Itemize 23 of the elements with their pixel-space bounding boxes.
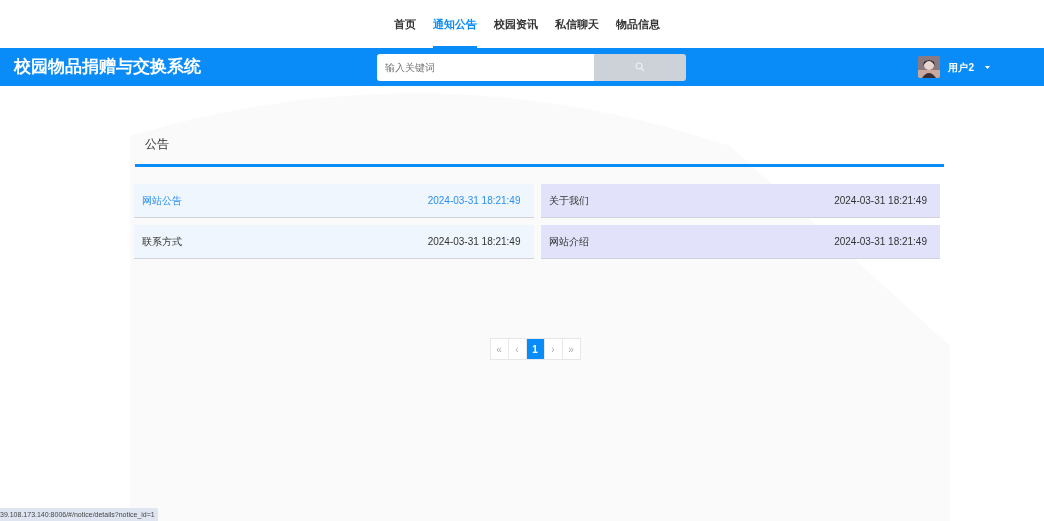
nav-tab[interactable]: 校园资讯 bbox=[494, 0, 538, 48]
notice-date: 2024-03-31 18:21:49 bbox=[834, 235, 927, 249]
section-title: 公告 bbox=[145, 137, 169, 151]
search-icon bbox=[635, 62, 645, 72]
search-field[interactable]: 输入关键词 bbox=[377, 53, 594, 81]
notice-item[interactable]: 联系方式 2024-03-31 18:21:49 bbox=[134, 225, 534, 259]
notice-title: 联系方式 bbox=[142, 235, 182, 249]
caret-icon[interactable] bbox=[985, 65, 990, 69]
user-name[interactable]: 用户2 bbox=[948, 59, 974, 75]
nav-tab[interactable]: 首页 bbox=[394, 0, 416, 48]
notice-date: 2024-03-31 18:21:49 bbox=[427, 235, 521, 249]
notice-item[interactable]: 关于我们 2024-03-31 18:21:49 bbox=[540, 184, 940, 218]
notice-title: 网站介绍 bbox=[548, 235, 589, 249]
nav-tab[interactable]: 物品信息 bbox=[616, 0, 660, 48]
notice-title: 关于我们 bbox=[548, 194, 589, 208]
notice-date: 2024-03-31 18:21:49 bbox=[427, 194, 521, 208]
notice-date: 2024-03-31 18:21:49 bbox=[834, 194, 927, 208]
site-title: 校园物品捐赠与交换系统 bbox=[14, 56, 202, 79]
nav-tab[interactable]: 私信聊天 bbox=[555, 0, 599, 48]
notice-item[interactable]: 网站公告 2024-03-31 18:21:49 bbox=[134, 184, 534, 218]
notice-title: 网站公告 bbox=[142, 194, 182, 208]
notice-item[interactable]: 网站介绍 2024-03-31 18:21:49 bbox=[540, 225, 940, 259]
search-button[interactable] bbox=[594, 53, 686, 81]
